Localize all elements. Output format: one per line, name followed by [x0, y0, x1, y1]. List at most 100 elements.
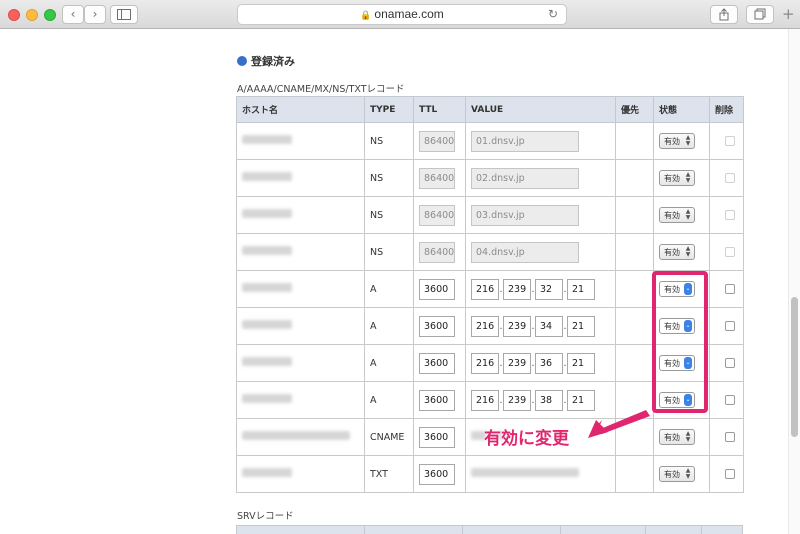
blurred-host — [242, 468, 292, 477]
priority-cell — [615, 122, 654, 160]
status-select[interactable]: 有効 ▲ ▼ — [659, 207, 695, 223]
value-cell: 01.dnsv.jp — [465, 122, 616, 160]
ip-octet-field[interactable]: 38 — [535, 389, 563, 411]
status-cell: 有効 ▲ ▼ — [653, 159, 710, 197]
minimize-window-button[interactable] — [26, 9, 38, 21]
ip-octet-field[interactable]: 239 — [503, 352, 531, 374]
delete-cell — [709, 159, 744, 197]
ttl-cell: 86400 — [413, 196, 466, 234]
ip-octet-field[interactable]: 239 — [503, 315, 531, 337]
srv-header-cell — [462, 525, 561, 534]
host-cell — [236, 196, 365, 234]
ttl-cell: 3600 — [413, 381, 466, 419]
annotation-arrow-icon — [588, 410, 650, 438]
updown-icon: ▲ ▼ — [685, 467, 691, 480]
address-bar[interactable]: 🔒 onamae.com ↻ — [237, 4, 567, 25]
lock-icon: 🔒 — [360, 10, 372, 20]
delete-checkbox[interactable] — [725, 358, 735, 368]
blurred-host — [242, 246, 292, 255]
header-delete: 削除 — [709, 96, 744, 123]
ttl-field: 86400 — [419, 130, 455, 152]
ip-octet-field[interactable]: 21 — [567, 352, 595, 374]
blurred-host — [242, 357, 292, 366]
delete-checkbox[interactable] — [725, 469, 735, 479]
ip-octet-field[interactable]: 239 — [503, 389, 531, 411]
ttl-cell: 86400 — [413, 159, 466, 197]
updown-icon: ▲ ▼ — [685, 208, 691, 221]
blurred-host — [242, 283, 292, 292]
delete-cell — [709, 381, 744, 419]
ttl-field[interactable]: 3600 — [419, 352, 455, 374]
status-cell: 有効 ▲ ▼ — [653, 455, 710, 493]
ip-octet-field[interactable]: 216 — [471, 315, 499, 337]
ip-octet-field[interactable]: 239 — [503, 278, 531, 300]
ip-octet-field[interactable]: 21 — [567, 278, 595, 300]
host-cell — [236, 418, 365, 456]
ttl-cell: 86400 — [413, 122, 466, 160]
ip-octet-field[interactable]: 216 — [471, 278, 499, 300]
ttl-field[interactable]: 3600 — [419, 426, 455, 448]
header-type: TYPE — [364, 96, 414, 123]
srv-header-cell — [236, 525, 365, 534]
delete-cell — [709, 455, 744, 493]
new-tab-icon[interactable]: + — [782, 5, 795, 23]
zoom-window-button[interactable] — [44, 9, 56, 21]
delete-checkbox — [725, 247, 735, 257]
blurred-host — [242, 135, 292, 144]
header-priority: 優先 — [615, 96, 654, 123]
host-cell — [236, 455, 365, 493]
delete-checkbox[interactable] — [725, 432, 735, 442]
ip-octet-field[interactable]: 216 — [471, 352, 499, 374]
scrollbar-thumb[interactable] — [791, 297, 798, 437]
status-cell: 有効 ▲ ▼ — [653, 196, 710, 234]
value-cell: 216. 239. 32. 21 — [465, 270, 616, 308]
reload-icon[interactable]: ↻ — [548, 5, 558, 24]
srv-header-cell — [364, 525, 463, 534]
ttl-field[interactable]: 3600 — [419, 463, 455, 485]
back-icon: ‹ — [70, 7, 76, 21]
share-button[interactable] — [710, 5, 738, 24]
type-cell: NS — [364, 233, 414, 271]
ttl-cell: 86400 — [413, 233, 466, 271]
delete-checkbox[interactable] — [725, 395, 735, 405]
ip-octet-field[interactable]: 32 — [535, 278, 563, 300]
delete-checkbox — [725, 173, 735, 183]
forward-button[interactable]: › — [84, 5, 106, 24]
host-cell — [236, 270, 365, 308]
ip-octet-field[interactable]: 216 — [471, 389, 499, 411]
back-button[interactable]: ‹ — [62, 5, 84, 24]
status-cell: 有効 ▲ ▼ — [653, 122, 710, 160]
ttl-cell: 3600 — [413, 344, 466, 382]
status-select[interactable]: 有効 ▲ ▼ — [659, 133, 695, 149]
close-window-button[interactable] — [8, 9, 20, 21]
host-cell — [236, 344, 365, 382]
vertical-scrollbar[interactable] — [788, 29, 800, 534]
priority-cell — [615, 344, 654, 382]
delete-checkbox[interactable] — [725, 321, 735, 331]
status-select[interactable]: 有効 ▲ ▼ — [659, 244, 695, 260]
ttl-field[interactable]: 3600 — [419, 278, 455, 300]
sidebar-icon — [117, 9, 131, 20]
ttl-field: 86400 — [419, 204, 455, 226]
delete-cell — [709, 233, 744, 271]
value-field: 04.dnsv.jp — [471, 241, 579, 263]
status-cell: 有効 ▲ ▼ — [653, 233, 710, 271]
delete-checkbox[interactable] — [725, 284, 735, 294]
ip-octet-field[interactable]: 36 — [535, 352, 563, 374]
type-cell: CNAME — [364, 418, 414, 456]
ttl-field[interactable]: 3600 — [419, 315, 455, 337]
value-cell: 216. 239. 36. 21 — [465, 344, 616, 382]
status-select[interactable]: 有効 ▲ ▼ — [659, 429, 695, 445]
ip-octet-field[interactable]: 21 — [567, 315, 595, 337]
priority-cell — [615, 270, 654, 308]
table-row: TXT 3600 有効 ▲ ▼ — [236, 455, 744, 493]
status-select[interactable]: 有効 ▲ ▼ — [659, 466, 695, 482]
ip-octet-field[interactable]: 34 — [535, 315, 563, 337]
tabs-button[interactable] — [746, 5, 774, 24]
ttl-field[interactable]: 3600 — [419, 389, 455, 411]
status-select[interactable]: 有効 ▲ ▼ — [659, 170, 695, 186]
sidebar-button[interactable] — [110, 5, 138, 24]
ttl-cell: 3600 — [413, 455, 466, 493]
share-icon — [719, 8, 729, 21]
srv-header-cell — [560, 525, 646, 534]
